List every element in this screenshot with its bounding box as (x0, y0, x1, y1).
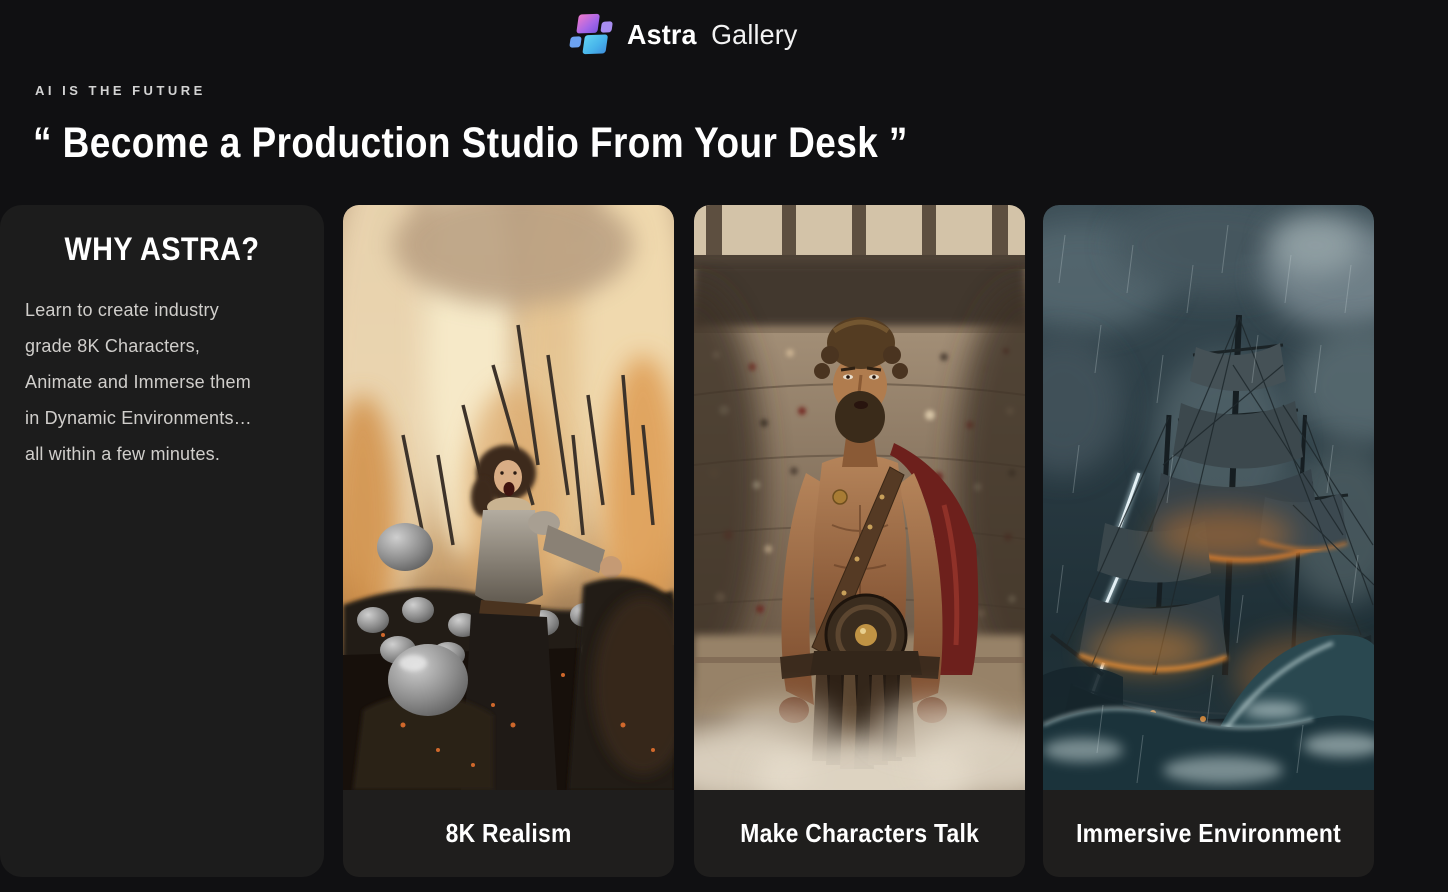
why-astra-body: Learn to create industry grade 8K Charac… (25, 292, 303, 472)
logo-tile-blue (569, 36, 582, 47)
brand-title: Astra Gallery (627, 19, 798, 51)
card-label-area: Immersive Environment (1043, 790, 1374, 877)
gladiator-image (694, 205, 1025, 790)
gallery-card-immersive-environment[interactable]: Immersive Environment (1043, 205, 1374, 877)
eyebrow-text: AI IS THE FUTURE (35, 83, 206, 98)
why-astra-title: WHY ASTRA? (16, 231, 308, 268)
why-line: Learn to create industry (25, 292, 303, 328)
card-label: 8K Realism (445, 818, 571, 849)
page-title: “ Become a Production Studio From Your D… (33, 119, 908, 168)
brand[interactable]: Astra Gallery (568, 11, 805, 59)
site-header: Astra Gallery (0, 0, 1448, 70)
card-label: Make Characters Talk (740, 818, 979, 849)
logo-tile-lavender (600, 21, 613, 32)
gallery-card-8k-realism[interactable]: 8K Realism (343, 205, 674, 877)
card-label-area: 8K Realism (343, 790, 674, 877)
battle-image-art (343, 205, 674, 790)
storm-ship-image-art (1043, 205, 1374, 790)
logo-tile-cyan (582, 34, 608, 54)
astra-logo-icon (564, 10, 617, 60)
why-line: all within a few minutes. (25, 436, 303, 472)
brand-name: Astra (627, 19, 697, 50)
logo-tile-pink (576, 14, 600, 34)
battle-image (343, 205, 674, 790)
why-line: in Dynamic Environments… (25, 400, 303, 436)
why-line: grade 8K Characters, (25, 328, 303, 364)
card-label: Immersive Environment (1076, 818, 1341, 849)
brand-suffix: Gallery (711, 19, 797, 50)
gallery-card-make-characters-talk[interactable]: Make Characters Talk (694, 205, 1025, 877)
card-label-area: Make Characters Talk (694, 790, 1025, 877)
why-astra-card: WHY ASTRA? Learn to create industry grad… (0, 205, 324, 877)
why-line: Animate and Immerse them (25, 364, 303, 400)
page: Astra Gallery AI IS THE FUTURE “ Become … (0, 0, 1448, 892)
storm-ship-image (1043, 205, 1374, 790)
gladiator-image-art (694, 205, 1025, 790)
